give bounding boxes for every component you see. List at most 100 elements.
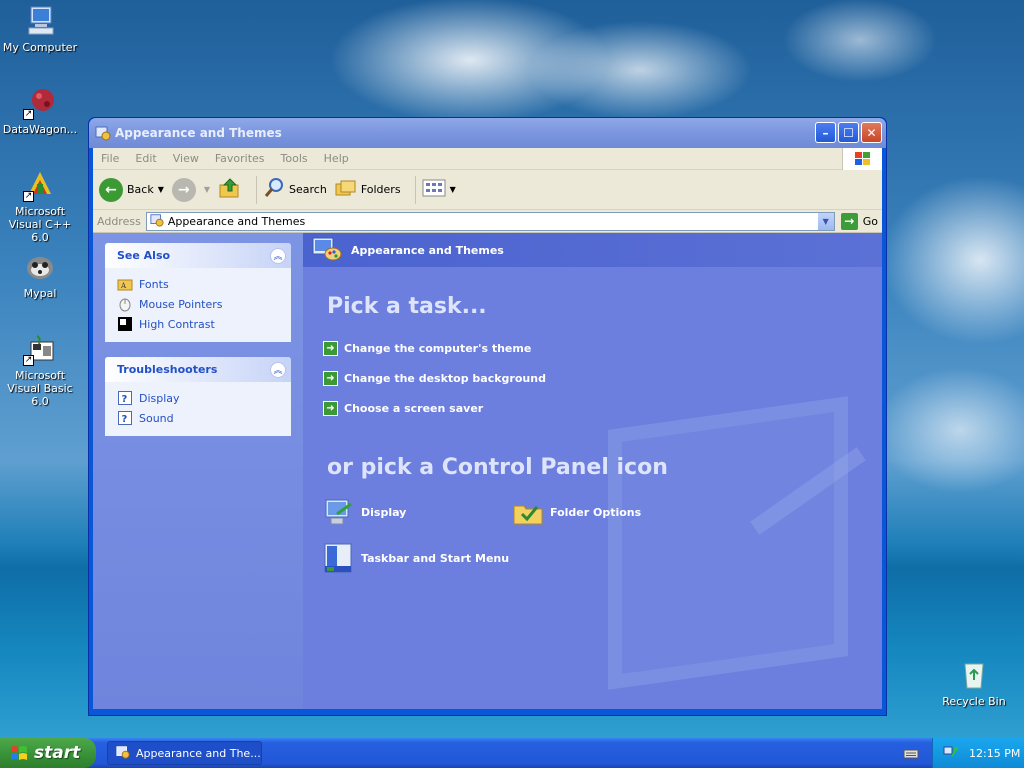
go-button[interactable]: → Go — [840, 212, 878, 230]
close-button[interactable]: ✕ — [861, 122, 882, 143]
up-button[interactable] — [218, 177, 242, 202]
menu-help[interactable]: Help — [324, 152, 349, 165]
control-panel-icon — [95, 125, 111, 141]
menu-bar: File Edit View Favorites Tools Help — [93, 148, 882, 170]
desktop-icon-visual-basic[interactable]: ↗ Microsoft Visual Basic 6.0 — [0, 332, 80, 408]
svg-text:A: A — [120, 282, 127, 290]
clock[interactable]: 12:15 PM — [969, 747, 1020, 760]
chevron-down-icon[interactable]: ▼ — [817, 212, 834, 230]
minimize-button[interactable]: – — [815, 122, 836, 143]
address-bar: Address Appearance and Themes ▼ → Go — [93, 210, 882, 233]
windows-logo-icon — [842, 148, 882, 170]
desktop-icon-mypal[interactable]: Mypal — [0, 250, 80, 300]
task-label: Change the desktop background — [344, 371, 546, 385]
visual-cpp-icon: ↗ — [23, 168, 57, 202]
keyboard-icon[interactable] — [903, 745, 919, 761]
network-icon[interactable] — [943, 744, 959, 763]
category-pane: Appearance and Themes Pick a task... ➜ C… — [303, 233, 882, 709]
troubleshooter-sound[interactable]: ? Sound — [117, 408, 279, 428]
desktop-icon-visual-cpp[interactable]: ↗ Microsoft Visual C++ 6.0 — [0, 168, 80, 244]
cp-icon-label: Display — [361, 505, 407, 519]
taskbar-window-button[interactable]: Appearance and The... — [107, 741, 262, 765]
start-button[interactable]: start — [0, 738, 96, 768]
views-grid-icon — [422, 178, 446, 201]
svg-text:?: ? — [122, 394, 128, 405]
window-title: Appearance and Themes — [115, 126, 282, 140]
folders-icon — [335, 178, 357, 201]
address-label: Address — [97, 214, 141, 228]
chevron-down-icon[interactable]: ▼ — [158, 185, 164, 194]
folder-up-icon — [218, 177, 242, 202]
toolbar-separator — [256, 175, 258, 204]
link-label: High Contrast — [139, 317, 215, 331]
troubleshooters-header[interactable]: Troubleshooters ︽ — [105, 357, 291, 382]
search-button[interactable]: Search — [263, 177, 327, 202]
shortcut-arrow-icon: ↗ — [23, 355, 34, 366]
collapse-chevron-icon[interactable]: ︽ — [270, 361, 286, 378]
maximize-button[interactable]: ☐ — [838, 122, 859, 143]
taskbar: start Appearance and The... 12:15 PM — [0, 738, 1024, 768]
see-also-header[interactable]: See Also ︽ — [105, 243, 291, 268]
system-tray: 12:15 PM — [932, 738, 1024, 768]
cp-icon-label: Taskbar and Start Menu — [361, 551, 510, 565]
collapse-chevron-icon[interactable]: ︽ — [270, 247, 286, 264]
task-change-background[interactable]: ➜ Change the desktop background — [323, 363, 882, 393]
recycle-bin-icon — [957, 658, 991, 692]
cp-icon-label: Folder Options — [550, 505, 642, 519]
shortcut-arrow-icon: ↗ — [23, 109, 34, 120]
see-also-fonts[interactable]: A Fonts — [117, 274, 279, 294]
cp-icon-folder-options[interactable]: Folder Options — [512, 496, 641, 528]
cp-icon-display[interactable]: Display — [323, 496, 406, 528]
shortcut-arrow-icon: ↗ — [23, 191, 34, 202]
desktop-icon-datawagon[interactable]: ↗ DataWagon... — [0, 86, 80, 136]
minimize-icon: – — [822, 125, 829, 140]
desktop-icon-my-computer[interactable]: My Computer — [0, 4, 80, 54]
forward-button[interactable]: → ▼ — [171, 177, 210, 202]
title-bar[interactable]: Appearance and Themes – ☐ ✕ — [89, 118, 886, 148]
folders-button[interactable]: Folders — [335, 178, 401, 201]
views-button[interactable]: ▼ — [422, 178, 456, 201]
taskbar-start-menu-icon — [323, 542, 355, 574]
control-panel-icon — [150, 213, 164, 230]
menu-file[interactable]: File — [101, 152, 119, 165]
category-title: Appearance and Themes — [351, 243, 504, 257]
task-label: Choose a screen saver — [344, 401, 484, 415]
datawagon-icon: ↗ — [23, 86, 57, 120]
svg-text:?: ? — [122, 414, 128, 425]
see-also-mouse-pointers[interactable]: Mouse Pointers — [117, 294, 279, 314]
explorer-window: Appearance and Themes – ☐ ✕ File Edit Vi… — [88, 117, 887, 716]
chevron-down-icon[interactable]: ▼ — [450, 185, 456, 194]
visual-basic-icon: ↗ — [23, 332, 57, 366]
task-screen-saver[interactable]: ➜ Choose a screen saver — [323, 393, 882, 423]
forward-arrow-icon: → — [171, 177, 196, 202]
back-button[interactable]: ← Back ▼ — [99, 177, 164, 202]
start-label: start — [34, 743, 81, 763]
chevron-down-icon[interactable]: ▼ — [204, 185, 210, 194]
desktop-icon-recycle-bin[interactable]: Recycle Bin — [934, 658, 1014, 708]
windows-flag-icon — [10, 744, 28, 762]
menu-edit[interactable]: Edit — [135, 152, 156, 165]
desktop-icon-label: Microsoft Visual C++ 6.0 — [8, 205, 72, 244]
go-arrow-icon: → — [840, 212, 858, 230]
back-arrow-icon: ← — [99, 177, 123, 202]
address-value: Appearance and Themes — [167, 214, 306, 228]
address-input[interactable]: Appearance and Themes ▼ — [145, 211, 835, 231]
menu-tools[interactable]: Tools — [281, 152, 308, 165]
search-label: Search — [289, 183, 327, 196]
control-panel-icon — [116, 745, 130, 762]
desktop-icon-label: Mypal — [23, 287, 57, 300]
high-contrast-icon — [117, 316, 133, 332]
content-area: See Also ︽ A Fonts Mouse Pointers High C… — [93, 233, 882, 709]
menu-favorites[interactable]: Favorites — [215, 152, 265, 165]
troubleshooter-display[interactable]: ? Display — [117, 388, 279, 408]
category-header: Appearance and Themes — [303, 233, 882, 267]
back-label: Back — [127, 183, 154, 196]
link-label: Mouse Pointers — [139, 297, 223, 311]
menu-view[interactable]: View — [173, 152, 199, 165]
cp-icon-taskbar-start-menu[interactable]: Taskbar and Start Menu — [323, 542, 509, 574]
go-label: Go — [862, 214, 878, 228]
see-also-high-contrast[interactable]: High Contrast — [117, 314, 279, 334]
troubleshooters-title: Troubleshooters — [117, 363, 218, 376]
task-change-theme[interactable]: ➜ Change the computer's theme — [323, 333, 882, 363]
task-arrow-icon: ➜ — [323, 400, 338, 416]
